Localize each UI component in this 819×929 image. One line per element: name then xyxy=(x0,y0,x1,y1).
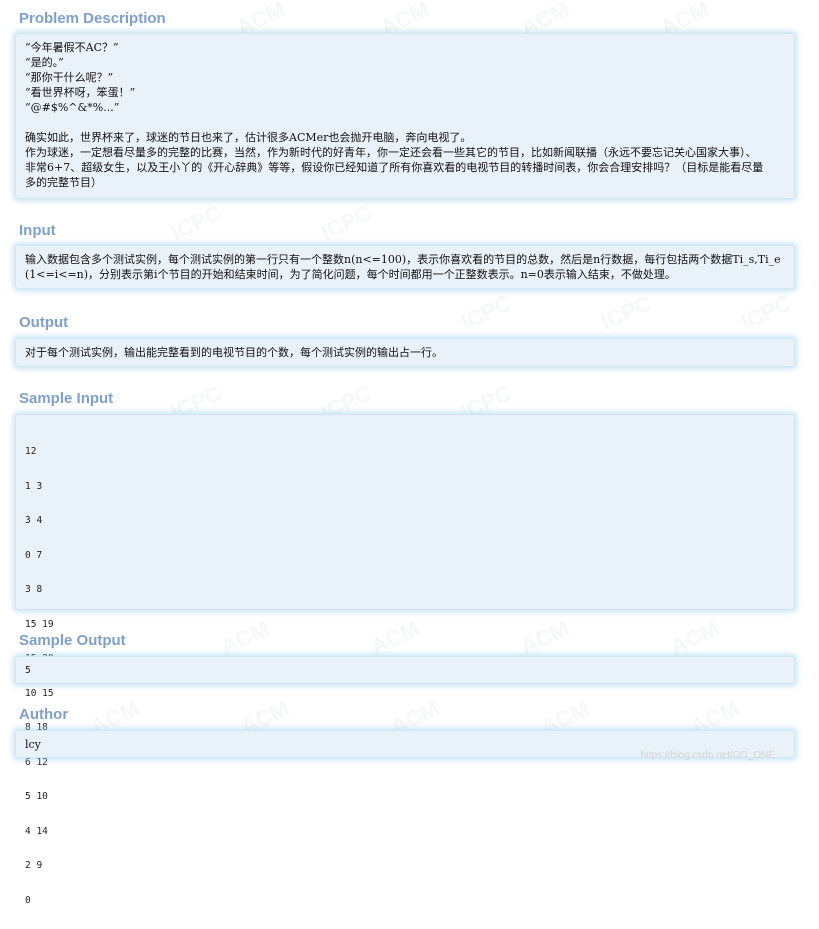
problem-description-text: “今年暑假不AC？” “是的。” “那你干什么呢？” “看世界杯呀，笨蛋！” “… xyxy=(25,40,785,190)
author-title: Author xyxy=(19,706,69,723)
sample-output-code: 5 xyxy=(25,665,31,676)
sample-input-panel: 12 1 3 3 4 0 7 3 8 15 19 15 20 10 15 8 1… xyxy=(15,414,795,906)
sample-input-line: 15 19 xyxy=(25,618,54,630)
sample-output-panel: 5 xyxy=(15,656,795,684)
problem-description-title: Problem Description xyxy=(19,10,166,27)
source-url-watermark: https://blog.csdn.net/GD_ONE xyxy=(640,750,775,761)
problem-description-line: 多的完整节目） xyxy=(25,176,102,189)
output-text: 对于每个测试实例，输出能完整看到的电视节目的个数，每个测试实例的输出占一行。 xyxy=(25,346,443,359)
sample-output-title: Sample Output xyxy=(19,632,126,649)
sample-input-line: 2 9 xyxy=(25,860,43,871)
sample-input-line: 0 xyxy=(25,894,31,906)
problem-description-line: 确实如此，世界杯来了，球迷的节日也来了，估计很多ACMer也会抛开电脑，奔向电视… xyxy=(25,131,472,144)
sample-input-line: 3 8 xyxy=(25,584,43,595)
output-title: Output xyxy=(19,314,69,331)
input-title: Input xyxy=(19,222,56,239)
problem-description-panel: “今年暑假不AC？” “是的。” “那你干什么呢？” “看世界杯呀，笨蛋！” “… xyxy=(15,33,795,199)
problem-description-line: “@#$%^&*%...” xyxy=(25,101,120,114)
sample-input-line: 10 15 xyxy=(25,687,54,699)
input-text: 输入数据包含多个测试实例，每个测试实例的第一行只有一个整数n(n<=100)，表… xyxy=(25,252,785,282)
problem-description-line: 非常6+7、超级女生，以及王小丫的《开心辞典》等等，假设你已经知道了所有你喜欢看… xyxy=(25,161,764,174)
input-line: 输入数据包含多个测试实例，每个测试实例的第一行只有一个整数n(n<=100)，表… xyxy=(25,253,781,266)
sample-input-line: 12 xyxy=(25,446,37,457)
sample-input-line: 5 10 xyxy=(25,791,48,802)
input-panel: 输入数据包含多个测试实例，每个测试实例的第一行只有一个整数n(n<=100)，表… xyxy=(15,245,795,289)
problem-description-line: “是的。” xyxy=(25,56,64,69)
sample-input-line: 3 4 xyxy=(25,515,43,526)
sample-input-line: 0 7 xyxy=(25,549,43,561)
sample-input-title: Sample Input xyxy=(19,390,114,407)
problem-description-line xyxy=(25,115,785,130)
problem-description-line: “看世界杯呀，笨蛋！” xyxy=(25,86,136,99)
input-line: (1<=i<=n)，分别表示第i个节目的开始和结束时间，为了简化问题，每个时间都… xyxy=(25,268,676,281)
sample-input-line: 1 3 xyxy=(25,480,43,492)
problem-description-line: “今年暑假不AC？” xyxy=(25,41,119,54)
output-panel: 对于每个测试实例，输出能完整看到的电视节目的个数，每个测试实例的输出占一行。 xyxy=(15,338,795,367)
problem-description-line: “那你干什么呢？” xyxy=(25,71,114,84)
sample-input-line: 4 14 xyxy=(25,825,48,837)
problem-description-line: 作为球迷，一定想看尽量多的完整的比赛，当然，作为新时代的好青年，你一定还会看一些… xyxy=(25,146,757,159)
